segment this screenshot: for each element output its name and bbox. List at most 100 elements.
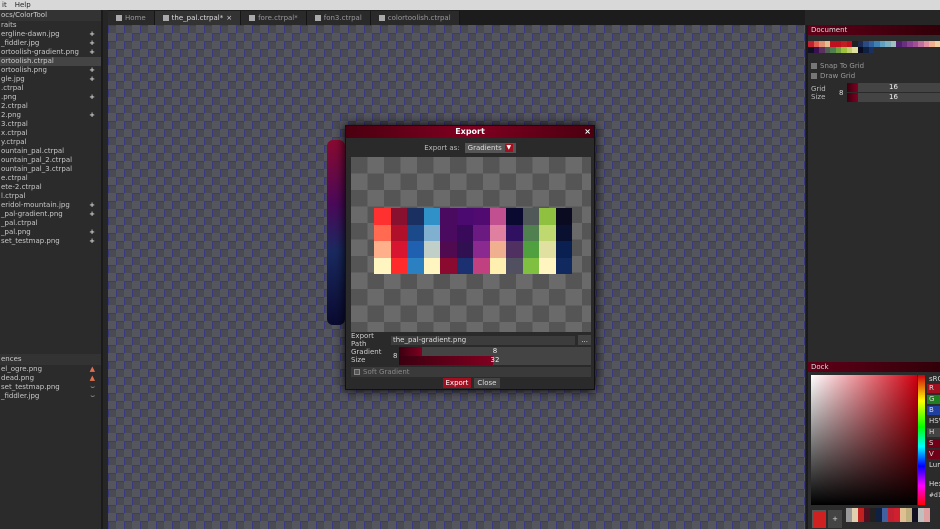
soft-gradient-checkbox[interactable]: Soft Gradient: [351, 367, 591, 377]
file-item[interactable]: ountain_pal_3.ctrpal: [0, 165, 101, 174]
color-mode-label[interactable]: sRGB: [927, 375, 940, 384]
tab-close-icon[interactable]: ×: [226, 11, 232, 25]
current-color-swatch[interactable]: [812, 510, 826, 528]
gradient-cell: [423, 241, 440, 258]
add-icon[interactable]: +: [89, 66, 95, 75]
close-icon[interactable]: ×: [584, 126, 591, 138]
file-name: ountain_pal_2.ctrpal: [1, 156, 73, 164]
channel-g[interactable]: G: [927, 395, 940, 404]
tab-1[interactable]: the_pal.ctrpal* ×: [154, 11, 242, 25]
gradient-width-slider[interactable]: 8: [399, 347, 591, 356]
gradient-height-slider[interactable]: 32: [399, 356, 591, 365]
checkbox[interactable]: [354, 369, 360, 375]
file-item[interactable]: ortoolish-gradient.png +: [0, 48, 101, 57]
file-item[interactable]: 2.ctrpal: [0, 102, 101, 111]
file-item[interactable]: ergline-dawn.jpg +: [0, 30, 101, 39]
channel-lumi[interactable]: Lumi: [927, 461, 940, 470]
file-name: _pal.ctrpal: [1, 219, 38, 227]
add-icon[interactable]: +: [89, 75, 95, 84]
channel-b[interactable]: B: [927, 406, 940, 415]
file-item[interactable]: x.ctrpal: [0, 129, 101, 138]
reference-item[interactable]: el_ogre.png ▲: [0, 365, 101, 374]
channel-h[interactable]: H: [927, 428, 940, 437]
warning-icon: ▲: [89, 365, 95, 373]
file-item[interactable]: _pal-gradient.png +: [0, 210, 101, 219]
link-icon[interactable]: 8: [839, 89, 847, 97]
channel-r[interactable]: R: [927, 384, 940, 393]
file-item[interactable]: ountain_pal.ctrpal: [0, 147, 101, 156]
file-icon: [162, 15, 169, 21]
reference-item[interactable]: set_testmap.png ⌣: [0, 383, 101, 392]
palette-swatch[interactable]: [934, 41, 940, 47]
tab-0[interactable]: Home: [108, 11, 155, 25]
file-name: .png: [1, 93, 17, 101]
checkbox[interactable]: [811, 63, 817, 69]
grid-x-slider[interactable]: 16: [847, 83, 940, 92]
channel-hsv[interactable]: HSV: [927, 417, 940, 426]
menu-help[interactable]: Help: [15, 1, 31, 9]
document-palette[interactable]: [808, 41, 940, 53]
gradient-size-row: Gradient Size 8 8 32: [351, 347, 591, 365]
add-color-button[interactable]: +: [828, 510, 842, 528]
add-icon[interactable]: +: [89, 228, 95, 237]
add-icon[interactable]: +: [89, 111, 95, 120]
file-icon: [378, 15, 385, 21]
file-item[interactable]: gle.jpg +: [0, 75, 101, 84]
palette-strip[interactable]: [327, 140, 345, 325]
menu-edit[interactable]: it: [2, 1, 7, 9]
draw-grid-checkbox[interactable]: Draw Grid: [808, 71, 940, 81]
file-item[interactable]: e.ctrpal: [0, 174, 101, 183]
grid-y-slider[interactable]: 16: [847, 93, 940, 102]
gradient-preview: [374, 208, 572, 274]
file-name: _pal-gradient.png: [1, 210, 63, 218]
file-item[interactable]: eridol-mountain.jpg +: [0, 201, 101, 210]
add-icon[interactable]: +: [89, 93, 95, 102]
file-item[interactable]: y.ctrpal: [0, 138, 101, 147]
palette-swatch[interactable]: [868, 47, 874, 53]
export-path-input[interactable]: the_pal-gradient.png: [391, 335, 576, 345]
add-icon[interactable]: +: [89, 39, 95, 48]
channel-hex[interactable]: Hex: [927, 480, 940, 489]
gradient-cell: [489, 224, 506, 241]
tab-3[interactable]: fon3.ctrpal: [306, 11, 371, 25]
file-item[interactable]: ortoolish.ctrpal: [0, 57, 101, 66]
add-icon[interactable]: +: [89, 201, 95, 210]
channel-s[interactable]: S: [927, 439, 940, 448]
hex-value[interactable]: #d12a2a: [927, 491, 940, 500]
file-item[interactable]: set_testmap.png +: [0, 237, 101, 246]
recent-swatch[interactable]: [924, 508, 930, 522]
file-item[interactable]: ountain_pal_2.ctrpal: [0, 156, 101, 165]
snap-to-grid-checkbox[interactable]: Snap To Grid: [808, 61, 940, 71]
tab-4[interactable]: colortoolish.ctrpal: [370, 11, 460, 25]
gradient-cell: [555, 208, 572, 225]
export-as-select[interactable]: Gradients ▼: [464, 143, 516, 153]
file-item[interactable]: raits: [0, 21, 101, 30]
file-item[interactable]: .png +: [0, 93, 101, 102]
file-item[interactable]: 2.png +: [0, 111, 101, 120]
hue-slider[interactable]: [918, 375, 925, 505]
file-item[interactable]: ete-2.ctrpal: [0, 183, 101, 192]
gradient-cell: [555, 224, 572, 241]
close-button[interactable]: Close: [474, 378, 500, 388]
recent-colors[interactable]: [846, 508, 930, 522]
checkbox[interactable]: [811, 73, 817, 79]
add-icon[interactable]: +: [89, 210, 95, 219]
reference-item[interactable]: dead.png ▲: [0, 374, 101, 383]
file-item[interactable]: _pal.ctrpal: [0, 219, 101, 228]
add-icon[interactable]: +: [89, 30, 95, 39]
channel-v[interactable]: V: [927, 450, 940, 459]
export-button[interactable]: Export: [442, 378, 472, 388]
add-icon[interactable]: +: [89, 237, 95, 246]
color-picker-area[interactable]: [811, 375, 917, 505]
gradient-column: [456, 208, 473, 274]
file-item[interactable]: 3.ctrpal: [0, 120, 101, 129]
browse-button[interactable]: ...: [578, 335, 591, 345]
file-item[interactable]: _fiddler.jpg +: [0, 39, 101, 48]
tab-2[interactable]: fore.ctrpal*: [241, 11, 307, 25]
file-item[interactable]: l.ctrpal: [0, 192, 101, 201]
file-item[interactable]: ortoolish.png +: [0, 66, 101, 75]
file-item[interactable]: _pal.png +: [0, 228, 101, 237]
reference-item[interactable]: _fiddler.jpg ⌣: [0, 392, 101, 401]
add-icon[interactable]: +: [89, 48, 95, 57]
file-item[interactable]: .ctrpal: [0, 84, 101, 93]
